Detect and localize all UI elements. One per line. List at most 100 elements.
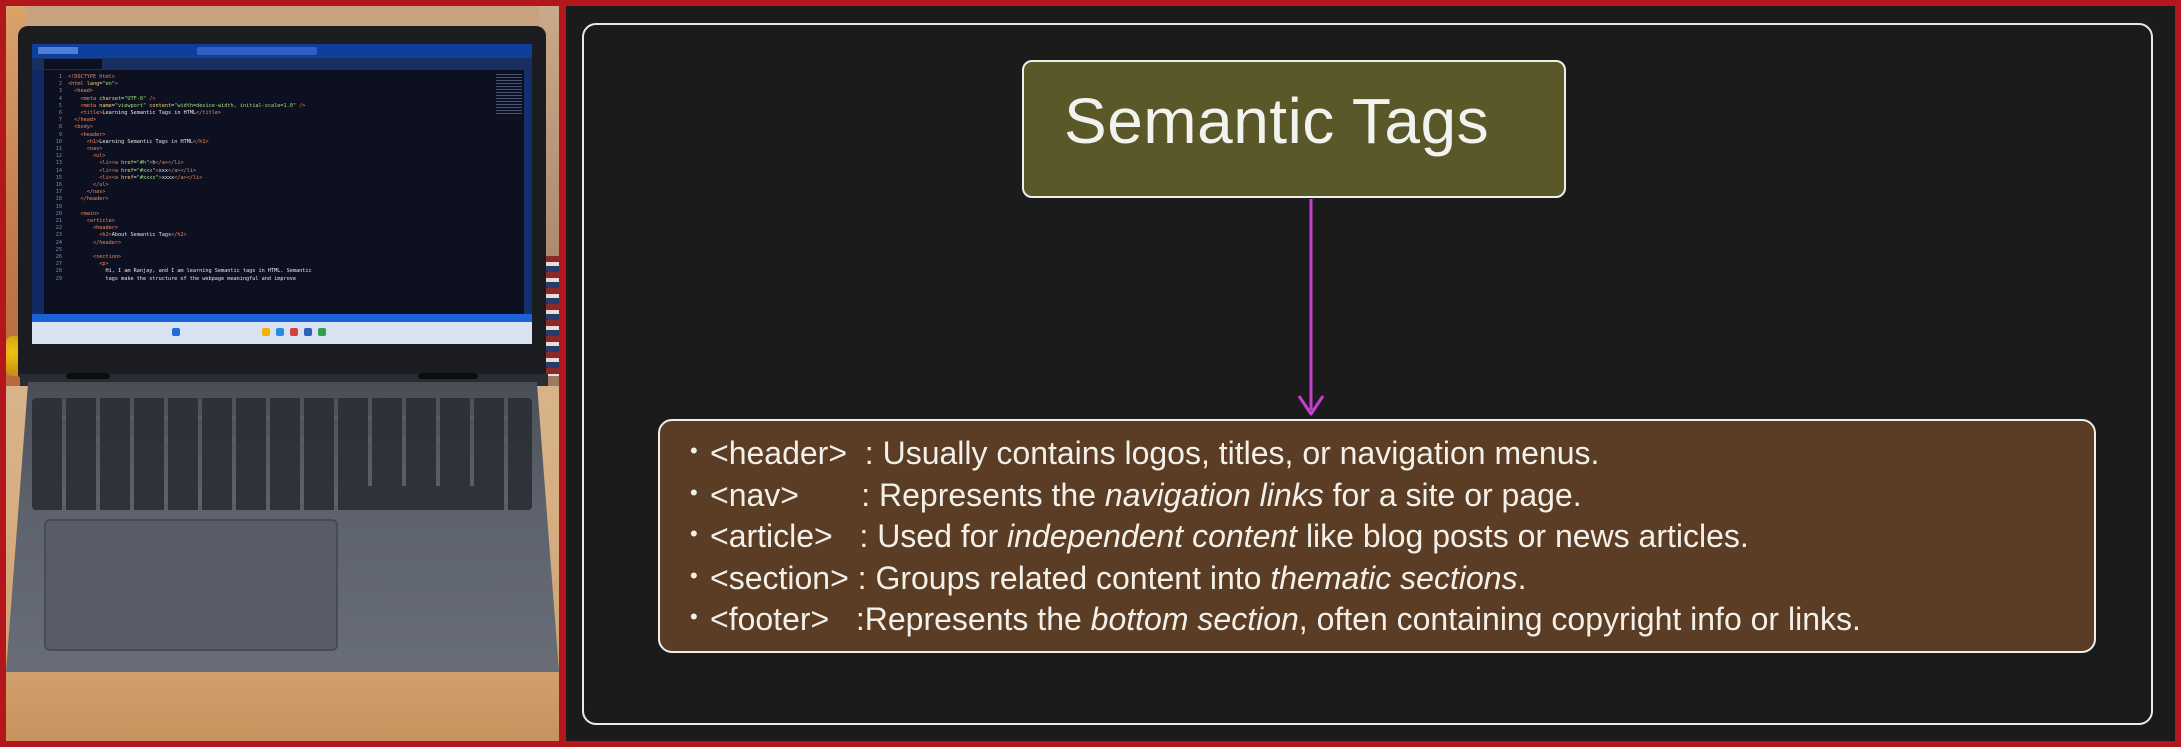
line-number: 27 — [55, 261, 62, 268]
code-text: <meta charset="UTF-8" /> — [80, 95, 156, 102]
line-number: 23 — [55, 232, 62, 239]
editor-active-tab — [44, 59, 102, 69]
description-text: Used for — [877, 518, 1008, 554]
code-text: <article> — [86, 218, 115, 225]
code-text: <title>Learning Semantic Tags in HTML</t… — [80, 110, 222, 117]
code-line: 18 </header> — [46, 196, 486, 203]
code-text: <ul> — [93, 153, 106, 160]
diagram-panel: Semantic Tags • <header> : Usually contai… — [566, 6, 2175, 741]
windows-icon — [172, 328, 180, 336]
list-item: • <section> : Groups related content into… — [690, 560, 1526, 597]
laptop-touchpad — [44, 519, 338, 651]
code-line: 9 <header> — [46, 132, 486, 139]
hinge-right — [418, 373, 478, 379]
tag-description: Groups related content into thematic sec… — [875, 560, 1526, 596]
description-text: Represents the — [864, 601, 1091, 637]
code-line: 7 </head> — [46, 117, 486, 124]
code-text: <html lang="en"> — [68, 81, 118, 88]
tag-name: <header> — [710, 435, 848, 471]
code-text: </header> — [93, 239, 122, 246]
arrow-keys — [361, 486, 491, 510]
code-line: 28 Hi, I am Ranjay, and I am learning Se… — [46, 268, 486, 275]
tag-name: <article> — [710, 518, 833, 554]
code-text: <section> — [93, 254, 122, 261]
taskbar-app-icon — [262, 328, 270, 336]
code-text: <head> — [74, 88, 93, 95]
tag-name: <section> — [710, 560, 849, 596]
code-text: <main> — [80, 210, 100, 217]
line-number: 26 — [55, 254, 62, 261]
taskbar-app-icon — [290, 328, 298, 336]
line-number: 18 — [55, 196, 62, 203]
code-text: <nav> — [86, 146, 103, 153]
line-number: 21 — [55, 218, 62, 225]
code-line: 19 — [46, 204, 486, 211]
laptop-photo: 1 <!DOCTYPE html> 2 <html lang="en"> 3 <head… — [6, 6, 559, 741]
code-text: tags make the structure of the webpage m… — [68, 275, 296, 282]
code-line: 2 <html lang="en"> — [46, 81, 486, 88]
code-line: 6 <title>Learning Semantic Tags in HTML<… — [46, 110, 486, 117]
line-number: 10 — [55, 138, 62, 145]
code-line: 23 <h2>About Semantic Tags</h2> — [46, 232, 486, 239]
description-text: for a site or page. — [1323, 477, 1582, 513]
code-line: 17 </nav> — [46, 189, 486, 196]
hinge-left — [66, 373, 110, 379]
editor-tab-bar — [32, 58, 532, 70]
code-line: 3 <head> — [46, 88, 486, 95]
code-line: 4 <meta charset="UTF-8" /> — [46, 96, 486, 103]
code-text: </head> — [74, 117, 97, 124]
code-text: </header> — [80, 196, 109, 203]
list-item: • <header> : Usually contains logos, titl… — [690, 435, 1599, 472]
tag-description: Represents the bottom section, often con… — [865, 601, 1861, 637]
description-text: . — [1517, 560, 1527, 596]
description-text: like blog posts or news articles. — [1297, 518, 1749, 554]
menu-bar-icon — [38, 47, 78, 54]
line-number: 22 — [55, 225, 62, 232]
description-text: Usually contains logos, titles, or navig… — [882, 435, 1600, 471]
editor-search-box — [197, 47, 317, 55]
code-line: 26 <section> — [46, 254, 486, 261]
separator: : — [847, 435, 883, 471]
code-line: 8 <body> — [46, 124, 486, 131]
emphasis-text: navigation links — [1104, 477, 1324, 513]
laptop-screen: 1 <!DOCTYPE html> 2 <html lang="en"> 3 <head… — [32, 44, 532, 344]
code-text: <header> — [80, 131, 106, 138]
taskbar-app-icon — [304, 328, 312, 336]
description-text: Groups related content into — [875, 560, 1271, 596]
line-number: 6 — [58, 110, 62, 117]
list-item: • <nav> : Represents the navigation links… — [690, 477, 1582, 514]
line-number: 3 — [58, 88, 62, 95]
tag-description: Represents the navigation links for a si… — [879, 477, 1582, 513]
code-line: 10 <h1>Learning Semantic Tags in HTML</h… — [46, 139, 486, 146]
line-number: 4 — [58, 95, 62, 102]
separator: : — [829, 601, 865, 637]
code-line: 24 </header> — [46, 240, 486, 247]
code-line: 13 <li><a href="#h">h</a></li> — [46, 160, 486, 167]
tag-name: <nav> — [710, 477, 799, 513]
line-number: 29 — [55, 275, 62, 282]
line-number: 20 — [55, 210, 62, 217]
code-editor: 1 <!DOCTYPE html> 2 <html lang="en"> 3 <head… — [46, 74, 486, 283]
taskbar-app-icon — [276, 328, 284, 336]
code-line: 29 tags make the structure of the webpag… — [46, 276, 486, 283]
line-number: 16 — [55, 182, 62, 189]
bullet-icon: • — [690, 521, 698, 546]
separator: : — [798, 477, 879, 513]
code-text: <header> — [93, 225, 118, 232]
code-line: 12 <ul> — [46, 153, 486, 160]
code-line: 20 <main> — [46, 211, 486, 218]
tag-description: Used for independent content like blog p… — [877, 518, 1749, 554]
line-number: 1 — [58, 74, 62, 80]
code-line: 14 <li><a href="#xxx">xxx</a></li> — [46, 168, 486, 175]
tag-name: <footer> — [710, 601, 830, 637]
line-number: 24 — [55, 239, 62, 246]
code-line: 1 <!DOCTYPE html> — [46, 74, 486, 81]
line-number: 17 — [55, 189, 62, 196]
code-line: 5 <meta name="viewport" content="width=d… — [46, 103, 486, 110]
bullet-icon: • — [690, 438, 698, 463]
code-line: 11 <nav> — [46, 146, 486, 153]
emphasis-text: independent content — [1007, 518, 1298, 554]
code-line: 25 — [46, 247, 486, 254]
line-number: 7 — [58, 117, 62, 124]
bullet-icon: • — [690, 604, 698, 629]
